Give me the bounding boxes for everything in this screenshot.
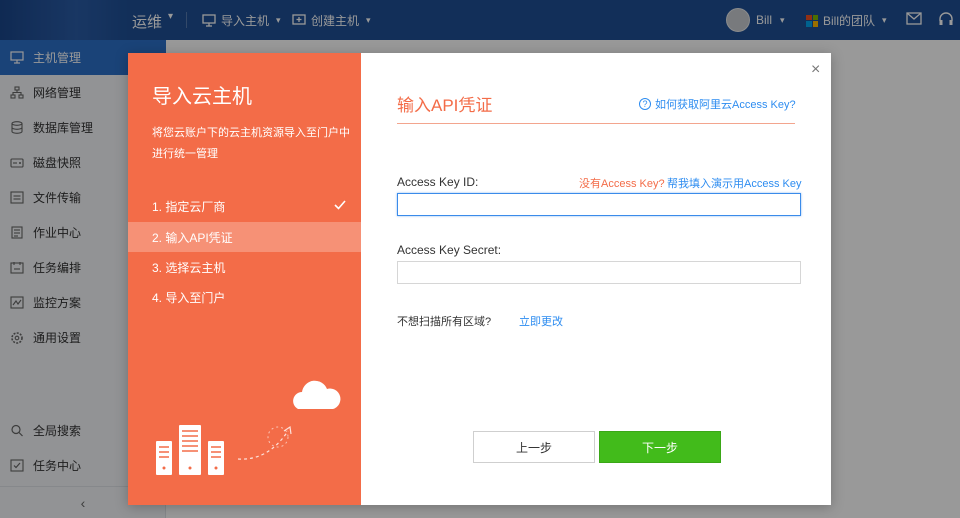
- wizard-step-label: 3. 选择云主机: [152, 260, 226, 275]
- access-key-secret-label: Access Key Secret:: [397, 243, 502, 257]
- wizard-step-2[interactable]: 2. 输入API凭证: [128, 222, 361, 252]
- next-step-button[interactable]: 下一步: [599, 431, 721, 463]
- access-key-secret-input[interactable]: [397, 261, 801, 284]
- wizard-panel: 导入云主机 将您云账户下的云主机资源导入至门户中进行统一管理 1. 指定云厂商 …: [128, 53, 361, 505]
- no-access-key-text: 没有Access Key?: [579, 178, 665, 190]
- prev-step-button[interactable]: 上一步: [473, 431, 595, 463]
- wizard-step-4[interactable]: 4. 导入至门户: [128, 282, 361, 312]
- import-cloud-host-dialog: 导入云主机 将您云账户下的云主机资源导入至门户中进行统一管理 1. 指定云厂商 …: [128, 53, 831, 505]
- wizard-step-label: 1. 指定云厂商: [152, 199, 226, 214]
- cloud-servers-illustration: [156, 380, 341, 475]
- question-icon: ?: [639, 98, 651, 110]
- scan-regions-text: 不想扫描所有区域?: [397, 316, 492, 328]
- api-credential-form: 输入API凭证 ? 如何获取阿里云Access Key? Access Key …: [361, 53, 831, 505]
- wizard-step-label: 2. 输入API凭证: [152, 230, 233, 245]
- fill-demo-key-link[interactable]: 帮我填入演示用Access Key: [667, 175, 801, 191]
- access-key-id-label: Access Key ID:: [397, 175, 479, 189]
- wizard-description: 将您云账户下的云主机资源导入至门户中进行统一管理: [152, 127, 350, 160]
- form-title: 输入API凭证: [397, 96, 493, 115]
- help-link-label: 如何获取阿里云Access Key?: [655, 99, 796, 111]
- check-icon: [334, 200, 346, 210]
- wizard-step-1[interactable]: 1. 指定云厂商: [128, 191, 361, 221]
- wizard-step-3[interactable]: 3. 选择云主机: [128, 252, 361, 282]
- divider: [397, 123, 795, 124]
- close-icon[interactable]: ×: [811, 61, 820, 79]
- wizard-title: 导入云主机: [152, 86, 252, 108]
- wizard-step-label: 4. 导入至门户: [152, 290, 226, 305]
- help-access-key-link[interactable]: ? 如何获取阿里云Access Key?: [639, 96, 796, 112]
- access-key-id-input[interactable]: [397, 193, 801, 216]
- change-regions-link[interactable]: 立即更改: [519, 313, 563, 329]
